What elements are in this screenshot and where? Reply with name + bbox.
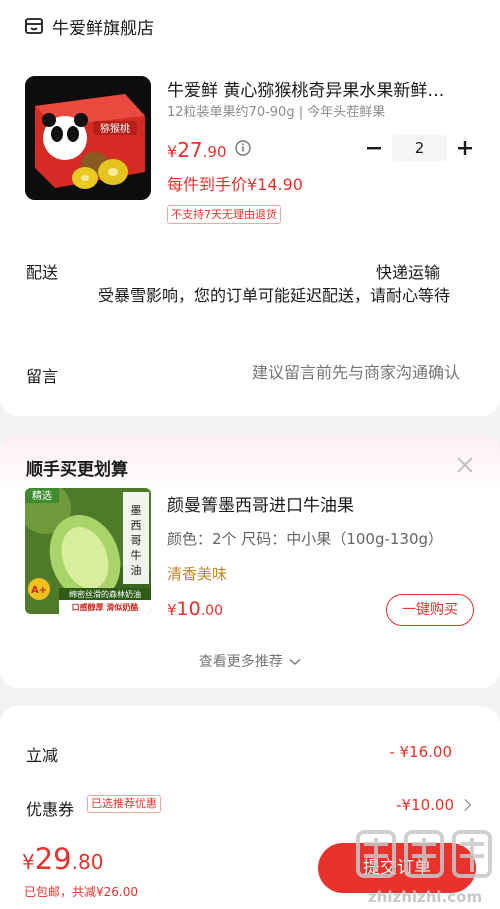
price-integer: 27 bbox=[177, 138, 203, 162]
decrease-quantity-button[interactable] bbox=[364, 137, 384, 159]
shop-header[interactable]: 牛爱鲜旗舰店 bbox=[24, 14, 154, 39]
svg-text:西: 西 bbox=[131, 519, 142, 532]
svg-text:精选: 精选 bbox=[32, 489, 52, 502]
price-symbol: ¥ bbox=[167, 142, 178, 161]
discount-label: 立减 bbox=[26, 746, 59, 765]
svg-text:油: 油 bbox=[131, 563, 142, 577]
total-symbol: ¥ bbox=[22, 850, 35, 874]
total-note: 已包邮，共减¥26.00 bbox=[24, 885, 138, 899]
chevron-right-icon[interactable] bbox=[463, 798, 473, 812]
rec-price-decimal: .00 bbox=[200, 603, 223, 619]
coupon-tag: 已选推荐优惠 bbox=[87, 795, 161, 813]
rec-price-integer: 10 bbox=[176, 598, 201, 620]
svg-text:哥: 哥 bbox=[131, 534, 142, 547]
recommend-title: 顺手买更划算 bbox=[26, 460, 128, 480]
product-price: ¥27.90 bbox=[167, 138, 227, 162]
product-image[interactable]: 猕猴桃 bbox=[25, 76, 151, 200]
message-label: 留言 bbox=[26, 367, 59, 386]
svg-text:A+: A+ bbox=[31, 585, 47, 596]
rec-price-symbol: ¥ bbox=[167, 601, 177, 619]
chevron-down-icon bbox=[289, 658, 301, 665]
total-price: ¥29.80 bbox=[22, 842, 103, 876]
avocado-illustration: 精选 墨 西 哥 牛 油 A+ 绵密丝滑的森林奶油 口感醇厚 滑似奶酪 bbox=[25, 488, 151, 614]
increase-quantity-button[interactable] bbox=[455, 137, 475, 159]
svg-text:zhizhizhi.com: zhizhizhi.com bbox=[368, 888, 482, 906]
svg-text:墨: 墨 bbox=[131, 504, 142, 517]
watermark-logo: zhizhizhi.com bbox=[356, 830, 492, 906]
shipping-label: 配送 bbox=[26, 263, 59, 282]
shop-name: 牛爱鲜旗舰店 bbox=[52, 18, 154, 39]
one-click-buy-button[interactable]: 一键购买 bbox=[386, 594, 474, 626]
message-input[interactable] bbox=[200, 363, 460, 382]
discount-value: - ¥16.00 bbox=[389, 743, 452, 761]
more-recommend-link[interactable]: 查看更多推荐 bbox=[0, 651, 500, 671]
recommend-name[interactable]: 颜曼箐墨西哥进口牛油果 bbox=[167, 491, 354, 516]
recommend-image[interactable]: 精选 墨 西 哥 牛 油 A+ 绵密丝滑的森林奶油 口感醇厚 滑似奶酪 bbox=[25, 488, 151, 614]
order-card: 牛爱鲜旗舰店 猕猴桃 牛爱鲜 黄心猕猴桃奇异果水果新鲜… 12粒装单果约70-9… bbox=[0, 0, 500, 416]
kiwi-box-illustration: 猕猴桃 bbox=[25, 76, 151, 200]
product-spec[interactable]: 12粒装单果约70-90g | 今年头茬鲜果 bbox=[167, 101, 385, 120]
svg-text:牛: 牛 bbox=[131, 548, 142, 562]
coupon-value[interactable]: -¥10.00 bbox=[396, 796, 454, 814]
total-integer: 29 bbox=[34, 842, 72, 876]
quantity-input[interactable]: 2 bbox=[392, 135, 447, 161]
recommend-card: 顺手买更划算 精选 墨 西 哥 牛 油 A+ 绵密丝滑的森林奶油 口感醇厚 滑似… bbox=[0, 434, 500, 688]
unit-price: 每件到手价¥14.90 bbox=[167, 175, 303, 194]
recommend-tag: 清香美味 bbox=[167, 565, 228, 583]
total-decimal: .80 bbox=[71, 850, 104, 874]
coupon-label: 优惠券 bbox=[26, 800, 75, 819]
price-decimal: .90 bbox=[202, 143, 227, 161]
shipping-notice: 受暴雪影响，您的订单可能延迟配送，请耐心等待 bbox=[97, 286, 450, 305]
svg-text:口感醇厚 滑似奶酪: 口感醇厚 滑似奶酪 bbox=[72, 602, 140, 612]
shipping-method[interactable]: 快递运输 bbox=[376, 259, 440, 283]
svg-text:猕猴桃: 猕猴桃 bbox=[100, 122, 130, 135]
svg-text:绵密丝滑的森林奶油: 绵密丝滑的森林奶油 bbox=[69, 589, 141, 599]
product-title[interactable]: 牛爱鲜 黄心猕猴桃奇异果水果新鲜… bbox=[167, 76, 467, 101]
store-icon bbox=[25, 18, 43, 34]
recommend-price: ¥10.00 bbox=[167, 598, 223, 620]
recommend-spec[interactable]: 颜色：2个 尺码：中小果（100g-130g） bbox=[167, 528, 443, 549]
close-icon[interactable] bbox=[456, 456, 474, 474]
more-recommend-label: 查看更多推荐 bbox=[198, 654, 283, 670]
no-return-badge: 不支持7天无理由退货 bbox=[167, 205, 281, 224]
info-icon[interactable] bbox=[234, 139, 252, 157]
